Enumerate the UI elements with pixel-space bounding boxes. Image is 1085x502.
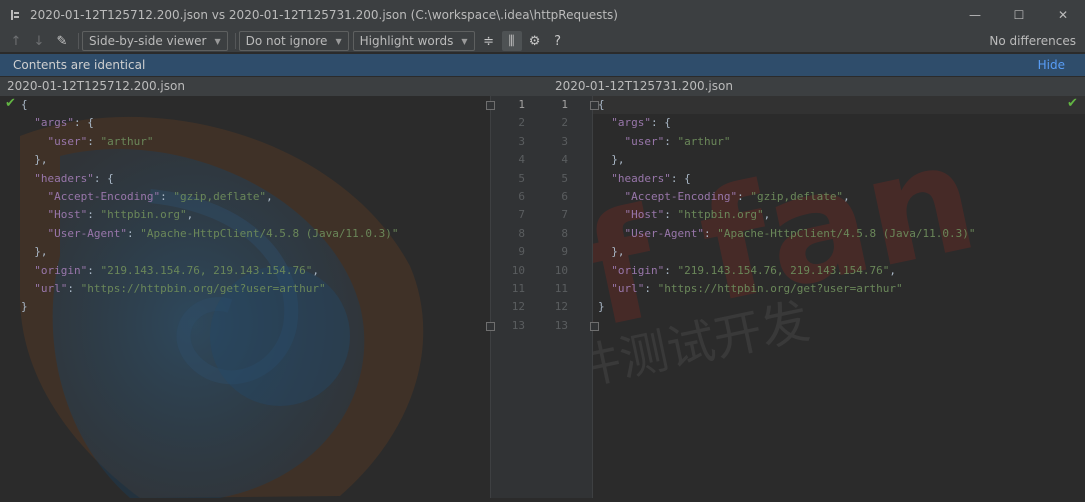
line-number: 5 [518,171,525,185]
code-line[interactable]: "origin": "219.143.154.76, 219.143.154.7… [21,262,399,280]
code-line[interactable]: }, [598,151,976,169]
code-line[interactable]: "url": "https://httpbin.org/get?user=art… [21,280,399,298]
code-line[interactable]: "Accept-Encoding": "gzip,deflate", [598,188,976,206]
line-number: 13 [511,318,525,332]
line-number: 6 [518,189,525,203]
code-line[interactable]: "origin": "219.143.154.76, 219.143.154.7… [598,262,976,280]
line-number: 11 [554,281,568,295]
viewer-mode-dropdown[interactable]: Side-by-side viewer ▼ [82,31,228,51]
code-line[interactable]: "headers": { [598,170,976,188]
code-line[interactable]: { [21,96,399,114]
synchronize-scrolling-icon[interactable]: ⫼ [501,31,522,51]
line-number: 3 [561,134,568,148]
line-number: 1 [518,98,525,111]
fold-marker-icon[interactable] [486,101,495,110]
identical-notice-bar: Contents are identical Hide [0,54,1085,76]
line-number: 4 [518,153,525,167]
code-line[interactable] [21,317,399,335]
code-line[interactable]: "user": "arthur" [21,133,399,151]
fold-marker-icon[interactable] [486,322,495,331]
diff-status: No differences [989,34,1076,48]
line-number: 4 [561,153,568,167]
minimize-button[interactable]: — [953,0,997,30]
code-line[interactable]: "Host": "httpbin.org", [21,206,399,224]
chevron-down-icon: ▼ [335,36,342,46]
diff-toolbar: ↑ ↓ ✎ Side-by-side viewer ▼ Do not ignore… [0,30,1085,52]
line-number: 11 [511,281,525,295]
right-line-numbers: 1 2 3 4 5 6 7 8 9 10 11 12 13 [548,96,568,335]
highlight-policy-dropdown[interactable]: Highlight words ▼ [352,31,475,51]
code-line[interactable]: "Host": "httpbin.org", [598,206,976,224]
left-checkmark-icon: ✔ [5,96,16,111]
line-number: 8 [518,226,525,240]
close-button[interactable]: ✕ [1041,0,1085,30]
code-line[interactable]: }, [21,243,399,261]
notice-text: Contents are identical [13,58,146,72]
code-line[interactable]: "User-Agent": "Apache-HttpClient/4.5.8 (… [598,225,976,243]
next-difference-icon[interactable]: ↓ [29,31,49,51]
code-line[interactable]: } [21,298,399,316]
code-line[interactable]: "Accept-Encoding": "gzip,deflate", [21,188,399,206]
diff-editor-area[interactable]: tf fan 软件测试开发 ✔ ✔ { "args": { "user": "a… [0,96,1085,498]
edit-source-icon[interactable]: ✎ [52,31,72,51]
line-number: 9 [518,245,525,259]
right-checkmark-icon: ✔ [1067,96,1078,111]
line-number: 1 [561,98,568,111]
right-file-name: 2020-01-12T125731.200.json [555,79,733,93]
code-line[interactable]: "User-Agent": "Apache-HttpClient/4.5.8 (… [21,225,399,243]
line-number: 6 [561,189,568,203]
line-number: 12 [511,300,525,314]
ignore-policy-dropdown[interactable]: Do not ignore ▼ [238,31,349,51]
maximize-button[interactable]: ☐ [997,0,1041,30]
window-controls: — ☐ ✕ [953,0,1085,30]
code-line[interactable]: "user": "arthur" [598,133,976,151]
line-number: 5 [561,171,568,185]
line-number: 3 [518,134,525,148]
line-number: 12 [554,300,568,314]
file-headers: 2020-01-12T125712.200.json 2020-01-12T12… [0,77,1085,96]
code-line[interactable]: { [598,96,976,114]
line-number: 7 [561,208,568,222]
collapse-unchanged-icon[interactable]: ≑ [479,31,499,51]
settings-gear-icon[interactable]: ⚙ [525,31,545,51]
chevron-down-icon: ▼ [461,36,468,46]
ignore-policy-label: Do not ignore [245,34,328,48]
line-number: 2 [518,116,525,130]
highlight-policy-label: Highlight words [359,34,454,48]
left-line-numbers: 1 2 3 4 5 6 7 8 9 10 11 12 13 [505,96,525,335]
toolbar-separator [78,33,79,49]
toolbar-separator [234,33,236,49]
line-number: 13 [554,318,568,332]
code-line[interactable]: }, [21,151,399,169]
code-line[interactable]: }, [598,243,976,261]
code-line[interactable]: "headers": { [21,170,399,188]
viewer-mode-label: Side-by-side viewer [89,34,207,48]
hide-notice-link[interactable]: Hide [1038,58,1065,72]
code-line[interactable] [598,317,976,335]
chevron-down-icon: ▼ [214,36,221,46]
line-number: 2 [561,116,568,130]
line-number: 10 [511,263,525,277]
title-bar: 2020-01-12T125712.200.json vs 2020-01-12… [0,0,1085,30]
line-number: 8 [561,226,568,240]
code-line[interactable]: "args": { [598,114,976,132]
code-line[interactable]: } [598,298,976,316]
line-number: 9 [561,245,568,259]
previous-difference-icon[interactable]: ↑ [6,31,26,51]
left-editor-content[interactable]: { "args": { "user": "arthur" }, "headers… [21,96,399,335]
left-file-name: 2020-01-12T125712.200.json [7,79,185,93]
window-title: 2020-01-12T125712.200.json vs 2020-01-12… [30,8,618,22]
right-editor-content[interactable]: { "args": { "user": "arthur" }, "headers… [598,96,976,335]
line-number: 7 [518,208,525,222]
help-icon[interactable]: ? [548,31,568,51]
line-number: 10 [554,263,568,277]
diff-app-icon [0,0,30,30]
code-line[interactable]: "url": "https://httpbin.org/get?user=art… [598,280,976,298]
code-line[interactable]: "args": { [21,114,399,132]
